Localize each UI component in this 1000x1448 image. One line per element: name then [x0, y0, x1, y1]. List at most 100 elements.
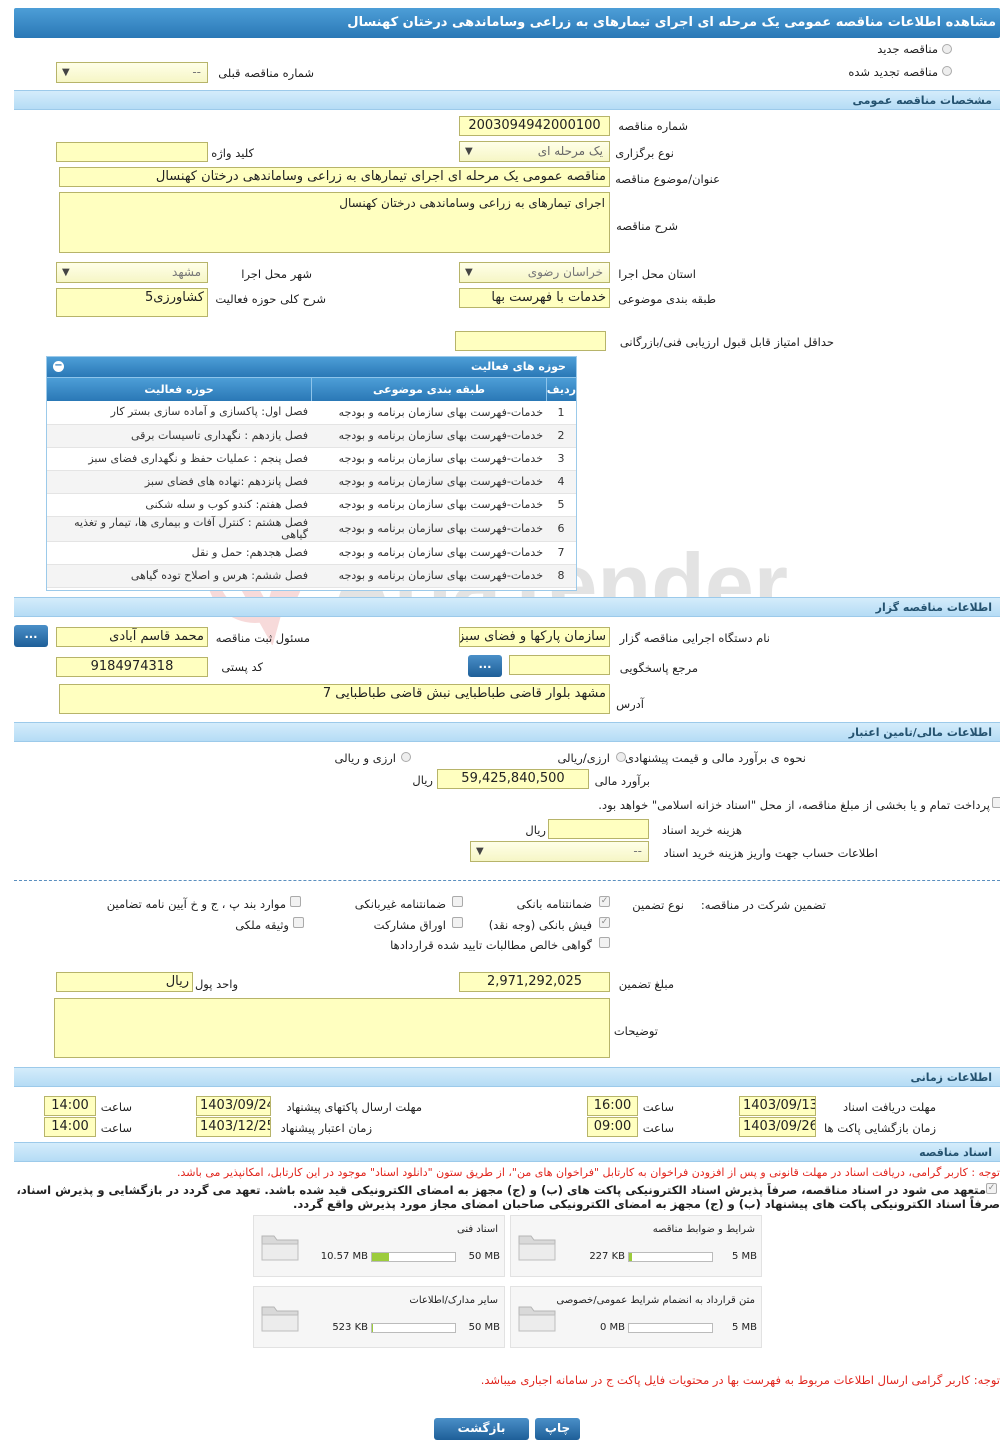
desc-field[interactable]: اجرای تیمارهای به زراعی وساماندهی درختان… — [59, 192, 610, 253]
folder-icon — [518, 1306, 556, 1332]
min-score-field[interactable] — [455, 331, 606, 351]
tender-number-field[interactable]: 2003094942000100 — [459, 116, 610, 136]
collapse-icon[interactable]: − — [53, 361, 64, 372]
org-field[interactable]: سازمان پارکها و فضای سبز — [459, 627, 610, 647]
commit-line-1: متعهد می شود در اسناد مناقصه، صرفاً پذیر… — [16, 1183, 986, 1197]
method-select[interactable]: ▼ یک مرحله ای — [459, 141, 610, 162]
document-file-card[interactable]: شرایط و ضوابط مناقصه 227 KB 5 MB — [510, 1215, 762, 1277]
table-row: 5 خدمات-فهرست بهای سازمان برنامه و بودجه ف… — [47, 493, 576, 517]
city-select[interactable]: ▼ مشهد — [56, 262, 208, 283]
section-general: مشخصات مناقصه عمومی — [14, 90, 1000, 110]
table-row: 7 خدمات-فهرست بهای سازمان برنامه و بودجه ف… — [47, 541, 576, 565]
estimate-field[interactable]: 59,425,840,500 — [437, 769, 589, 789]
pricing-opt1-radio[interactable] — [616, 752, 626, 762]
doc-fee-field[interactable] — [548, 819, 649, 839]
row-category: خدمات-فهرست بهای سازمان برنامه و بودجه — [311, 516, 546, 542]
row-number: 3 — [546, 447, 576, 471]
ref-more-button[interactable]: ... — [468, 655, 502, 677]
file-label: اسناد فنی — [457, 1224, 498, 1235]
row-scope: فصل هفتم: کندو کوب و سله شکنی — [47, 493, 311, 517]
print-button[interactable]: چاپ — [535, 1418, 580, 1440]
pricing-opt2-radio[interactable] — [401, 752, 411, 762]
open-date[interactable]: 1403/09/26 — [739, 1117, 816, 1137]
submit-time-label: ساعت — [100, 1100, 132, 1114]
activities-panel: حوزه های فعالیت − ردیف طبقه بندی موضوعی … — [46, 356, 577, 591]
account-label: اطلاعات حساب جهت واریز هزینه خرید اسناد — [663, 846, 878, 860]
property-checkbox[interactable] — [293, 917, 304, 928]
row-number: 5 — [546, 493, 576, 517]
doc-receive-time[interactable]: 16:00 — [587, 1096, 638, 1116]
pricing-opt1-label: ارزی/ریالی — [557, 751, 610, 765]
claims-certificate-label: گواهی خالص مطالبات تایید شده قراردادها — [390, 938, 592, 952]
doc-receive-date[interactable]: 1403/09/13 — [739, 1096, 816, 1116]
page-title: مشاهده اطلاعات مناقصه عمومی یک مرحله ای … — [14, 8, 1000, 38]
row-number: 7 — [546, 541, 576, 565]
ref-field[interactable] — [509, 655, 610, 675]
row-scope: فصل اول: پاکسازی و آماده سازی بستر کار — [47, 401, 311, 425]
renewed-tender-radio[interactable] — [942, 66, 952, 76]
doc-fee-unit: ریال — [525, 823, 546, 837]
amount-field[interactable]: 2,971,292,025 — [459, 972, 610, 992]
document-file-card[interactable]: سایر مدارک/اطلاعات 523 KB 50 MB — [253, 1286, 505, 1348]
commit-checkbox[interactable]: ✓ — [986, 1183, 997, 1194]
file-max: 5 MB — [731, 1322, 757, 1333]
address-field[interactable]: مشهد بلوار قاضی طباطبایی نبش قاضی طباطبا… — [59, 684, 610, 714]
open-time[interactable]: 09:00 — [587, 1117, 638, 1137]
postal-field[interactable]: 9184974318 — [56, 657, 208, 677]
section-timing: اطلاعات زمانی — [14, 1067, 1000, 1087]
back-button[interactable]: بازگشت — [434, 1418, 529, 1440]
row-number: 4 — [546, 470, 576, 494]
clause-items-checkbox[interactable] — [290, 896, 301, 907]
row-number: 6 — [546, 516, 576, 542]
file-size: 0 MB — [599, 1322, 625, 1333]
subject-field[interactable]: مناقصه عمومی یک مرحله ای اجرای تیمارهای … — [59, 167, 610, 187]
province-select[interactable]: ▼ خراسان رضوی — [459, 262, 610, 283]
bonds-label: اوراق مشارکت — [373, 918, 446, 932]
col-category: طبقه بندی موضوعی — [311, 378, 546, 401]
unit-field[interactable]: ریال — [56, 972, 193, 992]
nonbank-guarantee-checkbox[interactable] — [452, 896, 463, 907]
keyword-field[interactable] — [56, 142, 208, 162]
doc-note-2: توجه: کاربر گرامی ارسال اطلاعات مربوط به… — [480, 1373, 1000, 1387]
file-max: 50 MB — [468, 1322, 500, 1333]
clause-items-label: موارد بند پ ، ج و خ آیین نامه تضامین — [106, 897, 286, 911]
table-row: 1 خدمات-فهرست بهای سازمان برنامه و بودجه ف… — [47, 401, 576, 425]
file-progress — [628, 1323, 713, 1333]
divider — [14, 880, 1000, 881]
bonds-checkbox[interactable] — [452, 917, 463, 928]
submit-time[interactable]: 14:00 — [44, 1096, 96, 1116]
activities-colhead: ردیف طبقه بندی موضوعی حوزه فعالیت — [47, 377, 576, 401]
scope-field[interactable]: کشاورزی5 — [56, 288, 208, 317]
file-size: 10.57 MB — [320, 1251, 368, 1262]
folder-icon — [261, 1235, 299, 1261]
prev-tender-select[interactable]: ▼ -- — [56, 62, 208, 83]
col-row: ردیف — [546, 378, 576, 401]
validity-date[interactable]: 1403/12/25 — [196, 1117, 271, 1137]
treasury-checkbox[interactable] — [992, 797, 1000, 808]
document-file-card[interactable]: متن قرارداد به انضمام شرایط عمومی/خصوصی 0… — [510, 1286, 762, 1348]
validity-time[interactable]: 14:00 — [44, 1117, 96, 1137]
account-select[interactable]: ▼ -- — [470, 841, 649, 862]
document-file-card[interactable]: اسناد فنی 10.57 MB 50 MB — [253, 1215, 505, 1277]
bank-guarantee-checkbox[interactable]: ✓ — [599, 896, 610, 907]
min-score-label: حداقل امتیاز قابل قبول ارزیابی فنی/بازرگ… — [619, 335, 834, 349]
org-label: نام دستگاه اجرایی مناقصه گزار — [619, 631, 770, 645]
file-size: 523 KB — [332, 1322, 368, 1333]
registrar-field[interactable]: محمد قاسم آبادی — [56, 627, 208, 647]
file-progress — [371, 1252, 456, 1262]
submit-date[interactable]: 1403/09/24 — [196, 1096, 271, 1116]
bank-guarantee-label: ضمانتنامه بانکی — [516, 897, 592, 911]
claims-certificate-checkbox[interactable] — [599, 937, 610, 948]
desc-label: شرح مناقصه — [616, 219, 678, 233]
table-row: 4 خدمات-فهرست بهای سازمان برنامه و بودجه ف… — [47, 470, 576, 494]
new-tender-radio[interactable] — [942, 44, 952, 54]
file-progress — [371, 1323, 456, 1333]
open-label: زمان بازگشایی پاکت ها — [824, 1121, 936, 1135]
notes-field[interactable] — [54, 998, 610, 1058]
bank-receipt-checkbox[interactable]: ✓ — [599, 917, 610, 928]
doc-receive-label: مهلت دریافت اسناد — [843, 1100, 936, 1114]
registrar-more-button[interactable]: ... — [14, 625, 48, 647]
estimate-currency: ریال — [412, 773, 433, 787]
participation-label: تضمین شرکت در مناقصه: — [700, 898, 826, 912]
category-field[interactable]: خدمات با فهرست بها — [459, 288, 610, 308]
